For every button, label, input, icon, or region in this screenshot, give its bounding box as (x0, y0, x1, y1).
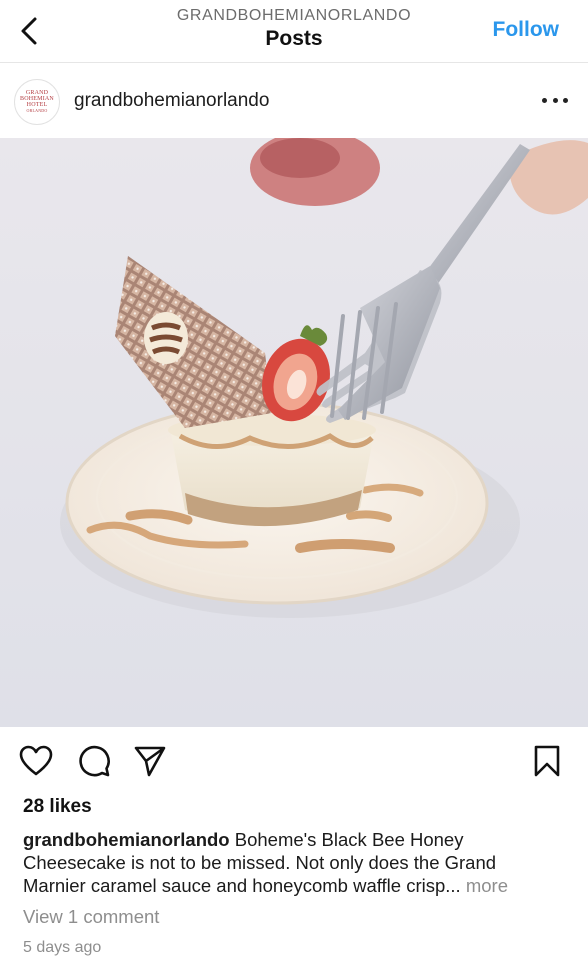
avatar[interactable]: GRAND BOHEMIAN HOTEL ORLANDO (14, 79, 60, 125)
cheesecake-photo (0, 138, 588, 727)
avatar-logo: GRAND BOHEMIAN HOTEL ORLANDO (20, 90, 54, 113)
save-button[interactable] (530, 744, 564, 778)
post-photo[interactable] (0, 138, 588, 727)
top-bar: GRANDBOHEMIANORLANDO Posts Follow (0, 0, 588, 63)
view-comments-link[interactable]: View 1 comment (23, 906, 159, 928)
bookmark-icon (534, 745, 560, 777)
caption-text-line2: Cheesecake is not to be missed. Not only… (23, 852, 497, 873)
like-button[interactable] (19, 744, 53, 778)
post-caption: grandbohemianorlando Boheme's Black Bee … (23, 828, 571, 897)
more-horizontal-icon (542, 97, 547, 103)
comment-button[interactable] (77, 744, 111, 778)
action-bar (0, 738, 588, 786)
likes-count[interactable]: 28 likes (23, 796, 92, 818)
post-header: GRAND BOHEMIAN HOTEL ORLANDO grandbohemi… (0, 64, 588, 138)
caption-more-link[interactable]: more (466, 875, 508, 896)
heart-icon (19, 745, 53, 776)
caption-text-line1: Boheme's Black Bee Honey (234, 829, 464, 850)
send-icon (134, 746, 166, 777)
post-timestamp: 5 days ago (23, 939, 102, 956)
more-options-button[interactable] (542, 90, 568, 110)
share-button[interactable] (133, 744, 167, 778)
comment-icon (79, 745, 110, 777)
caption-username[interactable]: grandbohemianorlando (23, 829, 230, 850)
post-username[interactable]: grandbohemianorlando (74, 90, 269, 112)
follow-button[interactable]: Follow (493, 18, 560, 42)
caption-text-line3: Marnier caramel sauce and honeycomb waff… (23, 875, 461, 896)
